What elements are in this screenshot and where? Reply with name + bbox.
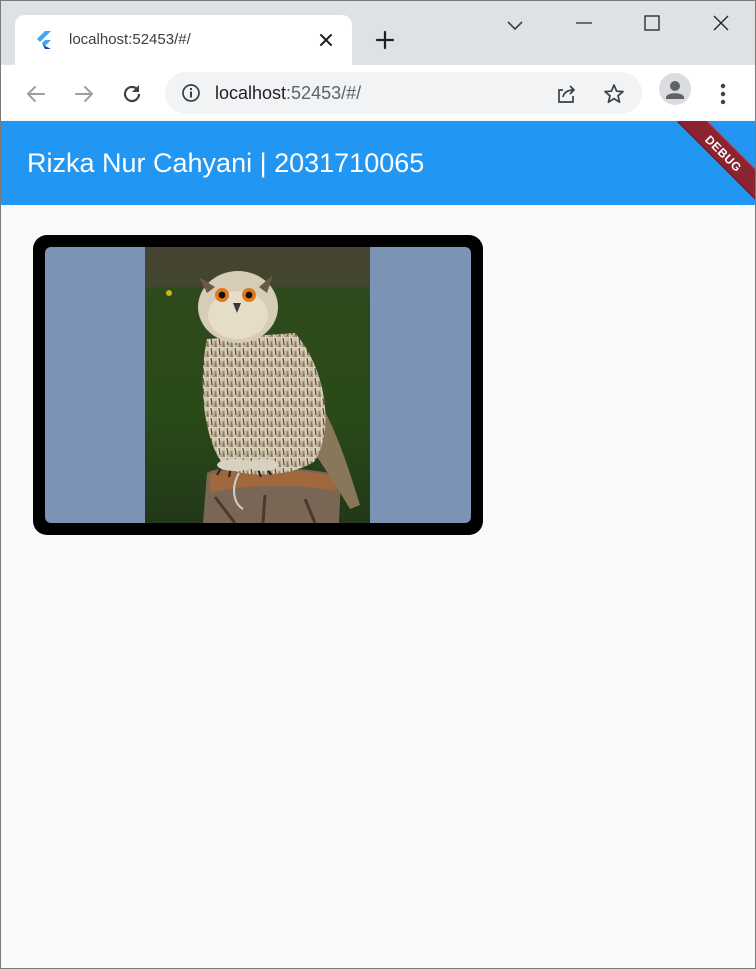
url-host: localhost — [215, 83, 287, 103]
share-icon[interactable] — [554, 82, 578, 106]
url-text: localhost:52453/#/ — [215, 83, 361, 104]
close-icon[interactable] — [317, 31, 335, 49]
browser-toolbar: localhost:52453/#/ — [1, 65, 755, 121]
maximize-icon[interactable] — [642, 13, 662, 33]
address-bar[interactable]: localhost:52453/#/ — [165, 72, 642, 114]
flutter-icon — [37, 31, 51, 49]
app-body — [1, 205, 755, 968]
profile-button[interactable] — [659, 73, 691, 105]
browser-window: localhost:52453/#/ localhost:52453/#/ Ri… — [0, 0, 756, 969]
minimize-icon[interactable] — [574, 13, 594, 33]
url-path: :52453/#/ — [286, 83, 362, 103]
browser-tab[interactable]: localhost:52453/#/ — [15, 15, 352, 65]
back-arrow-icon[interactable] — [23, 81, 49, 107]
forward-arrow-icon[interactable] — [71, 81, 97, 107]
star-icon[interactable] — [602, 82, 626, 106]
window-close-icon[interactable] — [711, 13, 731, 33]
tab-strip: localhost:52453/#/ — [1, 1, 755, 65]
profile-icon — [666, 81, 684, 99]
info-icon[interactable] — [181, 83, 201, 103]
chevron-down-icon[interactable] — [505, 15, 525, 35]
plus-icon[interactable] — [373, 28, 397, 52]
owl-image — [145, 247, 370, 523]
app-bar: Rizka Nur Cahyani | 2031710065 DEBUG — [1, 121, 755, 205]
image-card — [33, 235, 483, 535]
debug-banner: DEBUG — [677, 121, 755, 200]
tab-title: localhost:52453/#/ — [69, 31, 191, 48]
image-container — [45, 247, 471, 523]
app-title: Rizka Nur Cahyani | 2031710065 — [27, 148, 425, 178]
more-vert-icon[interactable] — [713, 81, 733, 107]
reload-icon[interactable] — [119, 81, 145, 107]
